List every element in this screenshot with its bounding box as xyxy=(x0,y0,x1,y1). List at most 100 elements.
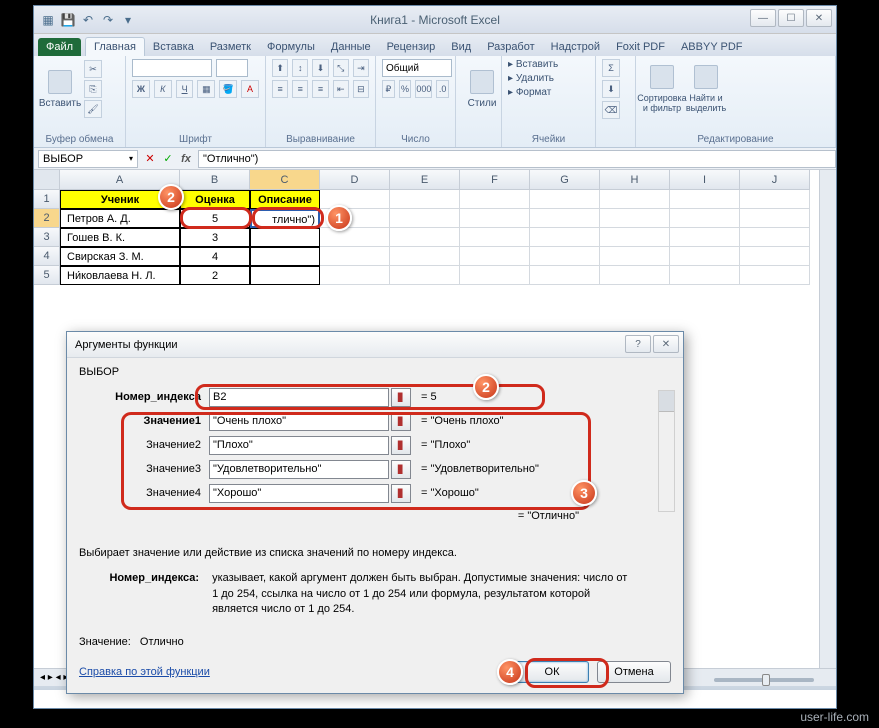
col-header-c[interactable]: C xyxy=(250,170,320,190)
arg-input-index[interactable] xyxy=(209,388,389,407)
percent-icon[interactable]: % xyxy=(399,80,412,98)
align-right-icon[interactable]: ≡ xyxy=(312,80,328,98)
zoom-slider[interactable] xyxy=(714,678,814,682)
font-size[interactable] xyxy=(216,59,248,77)
align-center-icon[interactable]: ≡ xyxy=(292,80,308,98)
help-link[interactable]: Справка по этой функции xyxy=(79,666,210,678)
vertical-scrollbar[interactable] xyxy=(819,170,836,668)
col-header-j[interactable]: J xyxy=(740,170,810,190)
header-grade[interactable]: Оценка xyxy=(180,190,250,209)
tab-view[interactable]: Вид xyxy=(443,38,479,56)
align-left-icon[interactable]: ≡ xyxy=(272,80,288,98)
align-middle-icon[interactable]: ↕ xyxy=(292,59,308,77)
tab-home[interactable]: Главная xyxy=(85,37,145,56)
indent-dec-icon[interactable]: ⇤ xyxy=(333,80,349,98)
cell-a5[interactable]: Ни́ковлаева Н. Л. xyxy=(60,266,180,285)
number-format[interactable] xyxy=(382,59,452,77)
clear-icon[interactable]: ⌫ xyxy=(602,101,620,119)
col-header-f[interactable]: F xyxy=(460,170,530,190)
dialog-help-button[interactable]: ? xyxy=(625,335,651,353)
save-icon[interactable]: 💾 xyxy=(60,12,76,28)
find-select-button[interactable]: Найти и выделить xyxy=(686,59,726,119)
range-picker-icon[interactable]: ▊ xyxy=(391,388,411,407)
row-header-2[interactable]: 2 xyxy=(34,209,60,228)
bold-button[interactable]: Ж xyxy=(132,80,150,98)
qat-dropdown-icon[interactable]: ▾ xyxy=(120,12,136,28)
tab-addins[interactable]: Надстрой xyxy=(543,38,608,56)
tab-review[interactable]: Рецензир xyxy=(379,38,444,56)
name-box[interactable]: ВЫБОР▾ xyxy=(38,150,138,168)
arg-input-3[interactable] xyxy=(209,460,389,479)
format-painter-icon[interactable]: 🖌 xyxy=(84,100,102,118)
cell-b2[interactable]: 5 xyxy=(180,209,250,228)
formula-input[interactable]: "Отлично") xyxy=(198,150,836,168)
currency-icon[interactable]: ₽ xyxy=(382,80,395,98)
underline-button[interactable]: Ч xyxy=(176,80,194,98)
row-header-5[interactable]: 5 xyxy=(34,266,60,285)
cell-b3[interactable]: 3 xyxy=(180,228,250,247)
tab-foxit[interactable]: Foxit PDF xyxy=(608,38,673,56)
paste-button[interactable]: Вставить xyxy=(40,59,80,119)
sort-filter-button[interactable]: Сортировка и фильтр xyxy=(642,59,682,119)
cell-a4[interactable]: Свирская З. М. xyxy=(60,247,180,266)
col-header-d[interactable]: D xyxy=(320,170,390,190)
dialog-close-button[interactable]: ✕ xyxy=(653,335,679,353)
cell-b4[interactable]: 4 xyxy=(180,247,250,266)
cell-c4[interactable] xyxy=(250,247,320,266)
cells-format[interactable]: ▸ Формат xyxy=(508,87,589,98)
tab-insert[interactable]: Вставка xyxy=(145,38,202,56)
range-picker-icon[interactable]: ▊ xyxy=(391,412,411,431)
arg-input-2[interactable] xyxy=(209,436,389,455)
close-button[interactable]: ✕ xyxy=(806,9,832,27)
italic-button[interactable]: К xyxy=(154,80,172,98)
row-header-1[interactable]: 1 xyxy=(34,190,60,209)
border-button[interactable]: ▦ xyxy=(197,80,215,98)
tab-formulas[interactable]: Формулы xyxy=(259,38,323,56)
styles-button[interactable]: Стили xyxy=(462,59,502,119)
cells-delete[interactable]: ▸ Удалить xyxy=(508,73,589,84)
redo-icon[interactable]: ↷ xyxy=(100,12,116,28)
row-header-3[interactable]: 3 xyxy=(34,228,60,247)
fx-icon[interactable]: fx xyxy=(178,151,194,167)
arg-input-4[interactable] xyxy=(209,484,389,503)
font-name[interactable] xyxy=(132,59,212,77)
range-picker-icon[interactable]: ▊ xyxy=(391,460,411,479)
fill-color-button[interactable]: 🪣 xyxy=(219,80,237,98)
maximize-button[interactable]: ☐ xyxy=(778,9,804,27)
col-header-e[interactable]: E xyxy=(390,170,460,190)
undo-icon[interactable]: ↶ xyxy=(80,12,96,28)
args-scrollbar[interactable] xyxy=(658,390,675,512)
cells-insert[interactable]: ▸ Вставить xyxy=(508,59,589,70)
autosum-icon[interactable]: Σ xyxy=(602,59,620,77)
orientation-icon[interactable]: ⤡ xyxy=(333,59,349,77)
cell-c3[interactable] xyxy=(250,228,320,247)
cell-a2[interactable]: Петров А. Д. xyxy=(60,209,180,228)
cut-icon[interactable]: ✂ xyxy=(84,60,102,78)
fill-icon[interactable]: ⬇ xyxy=(602,80,620,98)
arg-input-1[interactable] xyxy=(209,412,389,431)
accept-formula-icon[interactable]: ✓ xyxy=(160,151,176,167)
cell-a3[interactable]: Гошев В. К. xyxy=(60,228,180,247)
tab-developer[interactable]: Разработ xyxy=(479,38,542,56)
copy-icon[interactable]: ⎘ xyxy=(84,80,102,98)
col-header-g[interactable]: G xyxy=(530,170,600,190)
range-picker-icon[interactable]: ▊ xyxy=(391,436,411,455)
col-header-h[interactable]: H xyxy=(600,170,670,190)
cell-c2[interactable]: тлично") xyxy=(250,209,320,228)
wrap-text-icon[interactable]: ⇥ xyxy=(353,59,369,77)
tab-abbyy[interactable]: ABBYY PDF xyxy=(673,38,751,56)
cancel-formula-icon[interactable]: ✕ xyxy=(142,151,158,167)
font-color-button[interactable]: A xyxy=(241,80,259,98)
merge-icon[interactable]: ⊟ xyxy=(353,80,369,98)
comma-icon[interactable]: 000 xyxy=(415,80,432,98)
inc-decimal-icon[interactable]: .0 xyxy=(436,80,449,98)
col-header-b[interactable]: B xyxy=(180,170,250,190)
range-picker-icon[interactable]: ▊ xyxy=(391,484,411,503)
cell-b5[interactable]: 2 xyxy=(180,266,250,285)
ok-button[interactable]: ОК xyxy=(515,661,589,683)
header-desc[interactable]: Описание xyxy=(250,190,320,209)
cancel-button[interactable]: Отмена xyxy=(597,661,671,683)
dialog-titlebar[interactable]: Аргументы функции ? ✕ xyxy=(67,332,683,358)
row-header-4[interactable]: 4 xyxy=(34,247,60,266)
align-top-icon[interactable]: ⬆ xyxy=(272,59,288,77)
